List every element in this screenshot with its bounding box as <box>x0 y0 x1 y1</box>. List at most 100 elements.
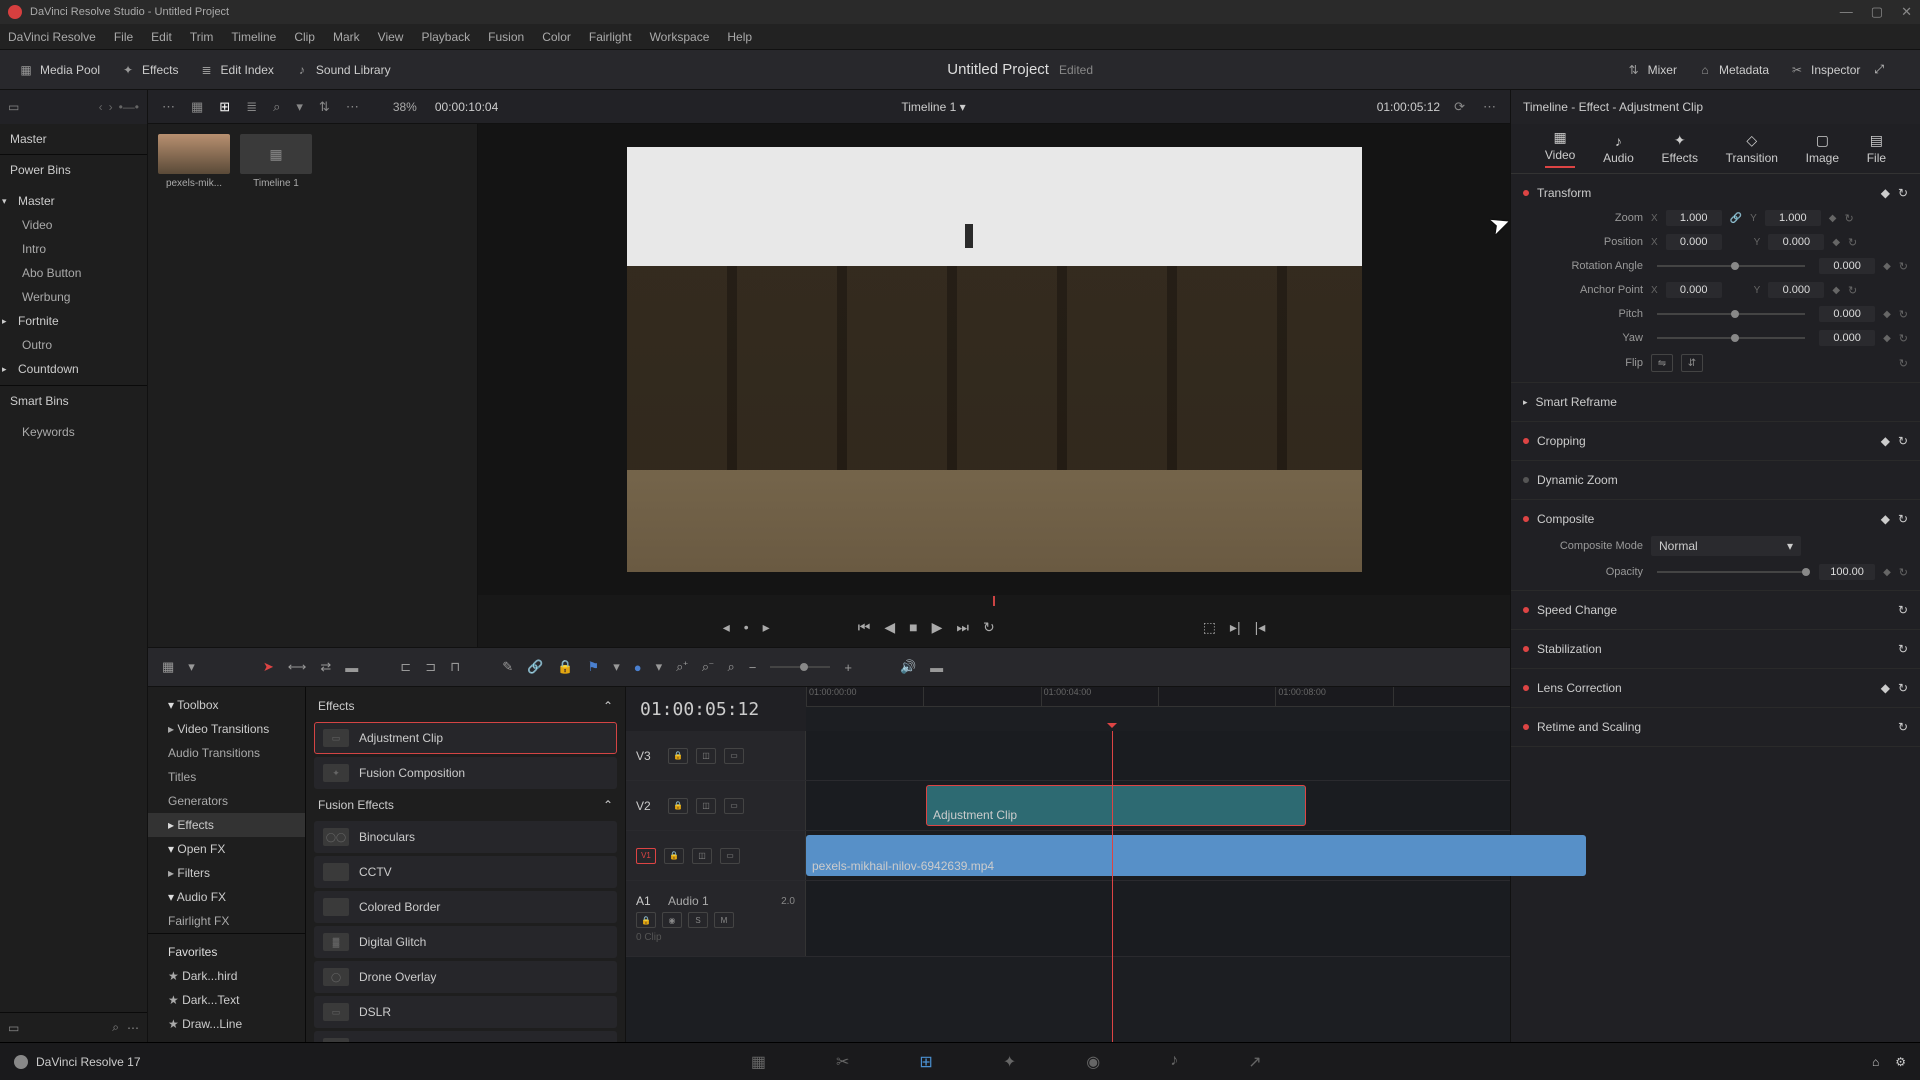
bin-fortnite[interactable]: ▸Fortnite <box>0 309 147 333</box>
thumb-view-icon[interactable]: ▦ <box>187 97 207 117</box>
track-v3-body[interactable] <box>806 731 1510 780</box>
reset-icon[interactable]: ↻ <box>1898 186 1908 200</box>
track-a1-label[interactable]: A1 <box>636 894 660 908</box>
fusion-effect[interactable]: ◯Drone Overlay <box>314 961 617 993</box>
overwrite-icon[interactable]: ⊐ <box>425 659 436 675</box>
stop-button[interactable]: ■ <box>909 619 917 635</box>
link-icon[interactable]: 🔗 <box>527 659 543 675</box>
menu-timeline[interactable]: Timeline <box>231 30 276 44</box>
reset-icon[interactable]: ↻ <box>1898 434 1908 448</box>
ruler-tick[interactable]: 01:00:08:00 <box>1275 687 1392 706</box>
list-view-icon[interactable]: ≣ <box>242 97 261 117</box>
cut-page-icon[interactable]: ✂ <box>836 1052 849 1072</box>
marker-icon[interactable]: ● <box>634 660 642 675</box>
media-page-icon[interactable]: ▦ <box>751 1052 766 1072</box>
chevron-down-icon[interactable]: ▾ <box>656 659 663 675</box>
prev-mark-icon[interactable]: ◂ <box>723 619 730 636</box>
fusion-effect[interactable]: ◯◯Binoculars <box>314 821 617 853</box>
fusion-effects-header[interactable]: Fusion Effects⌃ <box>314 792 617 818</box>
media-pool-toggle[interactable]: ▦Media Pool <box>12 58 106 82</box>
retime-icon[interactable]: ✎ <box>502 659 513 675</box>
audio-icon[interactable]: 🔊 <box>900 659 916 675</box>
project-settings-icon[interactable]: ⚙ <box>1895 1055 1906 1069</box>
slider-icon[interactable]: •—• <box>119 100 139 114</box>
lock-button[interactable]: 🔒 <box>668 798 688 814</box>
viewer-scrubber[interactable] <box>478 595 1510 607</box>
menu-app[interactable]: DaVinci Resolve <box>8 30 96 44</box>
keyframe-icon[interactable]: ◆ <box>1883 333 1891 344</box>
last-frame-button[interactable]: ⏭ <box>956 619 969 636</box>
dynamic-trim-icon[interactable]: ⇄ <box>320 659 331 675</box>
flip-v-button[interactable]: ⇵ <box>1681 354 1703 372</box>
snap-icon[interactable]: ⌕⁺ <box>676 659 688 675</box>
ruler-tick[interactable]: 01:00:04:00 <box>1041 687 1158 706</box>
audiofx-header[interactable]: ▾ Audio FX <box>148 885 305 909</box>
fusion-composition-effect[interactable]: ✦Fusion Composition <box>314 757 617 789</box>
mark-icon[interactable]: • <box>744 619 749 635</box>
pos-y-input[interactable]: 0.000 <box>1768 234 1824 250</box>
viewer-zoom[interactable]: 38% <box>393 100 417 114</box>
ruler-tick[interactable]: 01:00:00:00 <box>806 687 923 706</box>
blade-tool-icon[interactable]: ▬ <box>345 660 358 675</box>
toolbox-header[interactable]: ▾ Toolbox <box>148 693 305 717</box>
bin-video[interactable]: Video <box>0 213 147 237</box>
mixer-icon[interactable]: ▬ <box>930 660 943 675</box>
filters[interactable]: ▸ Filters <box>148 861 305 885</box>
video-clip[interactable]: pexels-mikhail-nilov-6942639.mp4 <box>806 835 1586 876</box>
bin-intro[interactable]: Intro <box>0 237 147 261</box>
keyframe-icon[interactable]: ◆ <box>1883 261 1891 272</box>
lens-correction-header[interactable]: Lens Correction◆↻ <box>1523 675 1908 701</box>
fusion-effect[interactable]: CCTV <box>314 856 617 888</box>
lock-icon[interactable]: 🔒 <box>557 659 573 675</box>
transform-header[interactable]: Transform◆↻ <box>1523 180 1908 206</box>
search-icon[interactable]: ⌕ <box>269 97 284 117</box>
link-icon[interactable]: 🔗 <box>1730 213 1742 224</box>
selection-tool-icon[interactable]: ➤ <box>263 659 274 675</box>
reset-icon[interactable]: ↻ <box>1899 566 1908 579</box>
plus-icon[interactable]: + <box>844 660 852 675</box>
audio-transitions[interactable]: Audio Transitions <box>148 741 305 765</box>
opacity-input[interactable]: 100.00 <box>1819 564 1875 580</box>
adjustment-clip[interactable]: Adjustment Clip <box>926 785 1306 826</box>
insert-icon[interactable]: ⊏ <box>400 659 411 675</box>
close-button[interactable]: ✕ <box>1901 4 1912 20</box>
minimize-button[interactable]: — <box>1840 4 1853 20</box>
ruler-tick[interactable] <box>923 687 1040 706</box>
rotation-input[interactable]: 0.000 <box>1819 258 1875 274</box>
lock-button[interactable]: 🔒 <box>664 848 684 864</box>
smart-reframe-header[interactable]: ▸Smart Reframe <box>1523 389 1908 415</box>
color-page-icon[interactable]: ◉ <box>1086 1052 1100 1072</box>
ellipsis-icon[interactable]: ⋯ <box>158 97 179 117</box>
home-icon[interactable] <box>14 1055 28 1069</box>
keyframe-icon[interactable]: ◆ <box>1832 237 1840 248</box>
timeline-timecode[interactable]: 01:00:05:12 <box>626 687 806 731</box>
bin-outro[interactable]: Outro <box>0 333 147 357</box>
sort-icon[interactable]: ⇅ <box>315 97 334 117</box>
edit-index-toggle[interactable]: ≣Edit Index <box>193 58 280 82</box>
more-icon[interactable]: ⋯ <box>127 1021 139 1035</box>
zoom-out-icon[interactable]: ⌕⁻ <box>702 659 714 675</box>
timeline-dropdown[interactable]: Timeline 1 ▾ <box>901 100 965 114</box>
inspector-tab-file[interactable]: ▤File <box>1867 132 1886 165</box>
track-v1-label[interactable]: V1 <box>636 848 656 864</box>
viewer[interactable] <box>478 124 1510 595</box>
fusion-page-icon[interactable]: ✦ <box>1003 1052 1016 1072</box>
keyframe-icon[interactable]: ◆ <box>1883 567 1891 578</box>
nav-fwd-icon[interactable]: › <box>109 100 113 114</box>
reset-icon[interactable]: ↻ <box>1845 212 1854 225</box>
pitch-input[interactable]: 0.000 <box>1819 306 1875 322</box>
disable-button[interactable]: ▭ <box>724 748 744 764</box>
loop-icon[interactable]: ⟳ <box>1450 97 1469 117</box>
search-icon[interactable]: ⌕ <box>112 1020 119 1035</box>
next-mark-icon[interactable]: ▸ <box>763 619 770 636</box>
inspector-tab-effects[interactable]: ✦Effects <box>1661 132 1697 165</box>
prev-edit-icon[interactable]: |◂ <box>1255 619 1266 636</box>
project-home-icon[interactable]: ⌂ <box>1872 1055 1879 1069</box>
dynamic-zoom-header[interactable]: Dynamic Zoom <box>1523 467 1908 493</box>
menu-view[interactable]: View <box>378 30 404 44</box>
pitch-slider[interactable] <box>1657 313 1805 315</box>
minus-icon[interactable]: − <box>749 660 757 675</box>
cropping-header[interactable]: Cropping◆↻ <box>1523 428 1908 454</box>
replace-icon[interactable]: ⊓ <box>450 659 460 675</box>
track-v2-label[interactable]: V2 <box>636 799 660 813</box>
